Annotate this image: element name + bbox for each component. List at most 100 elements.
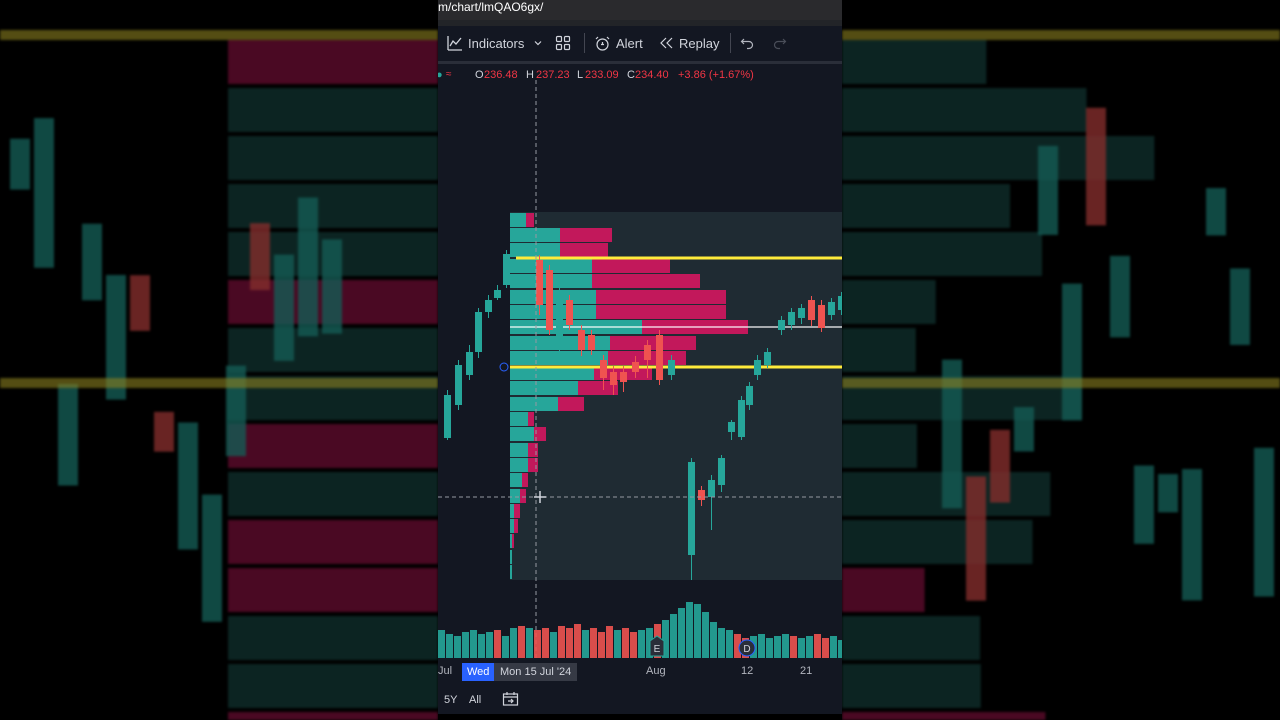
background-candle-5 <box>130 275 150 331</box>
background-candle-8 <box>202 494 222 622</box>
earnings-event-badge: E <box>649 635 665 657</box>
background-candle-12 <box>298 197 318 337</box>
background-candle-3 <box>82 223 102 301</box>
volume-bar-11 <box>526 628 533 658</box>
candle-body-9 <box>556 290 563 345</box>
range-all-button[interactable]: All <box>469 694 481 706</box>
volume-profile-up-bar-16 <box>510 458 528 472</box>
dividend-event-badge: D <box>738 639 756 657</box>
alert-button[interactable]: Alert <box>594 28 643 58</box>
volume-bar-24 <box>630 632 637 658</box>
indicators-label: Indicators <box>468 35 525 51</box>
candle-body-23 <box>718 458 725 485</box>
volume-profile-down-bar-13 <box>528 412 534 426</box>
background-candle-5 <box>1062 283 1082 421</box>
anchor-handle-icon <box>499 362 509 372</box>
volume-profile-down-bar-4 <box>592 274 700 288</box>
candle-body-18 <box>656 335 663 380</box>
dividend-badge-text: D <box>743 644 750 655</box>
background-slab-5 <box>842 280 936 324</box>
ohlc-close-label: C <box>627 69 635 81</box>
ohlc-low-label: L <box>577 69 584 81</box>
volume-bar-6 <box>486 632 493 658</box>
candle-body-16 <box>632 362 639 372</box>
background-slab-6 <box>842 328 916 372</box>
crosshair-date-label: Mon 15 Jul '24 <box>494 663 578 681</box>
alarm-clock-icon <box>595 36 610 51</box>
layout-button[interactable] <box>555 28 571 58</box>
volume-bar-36 <box>726 630 733 658</box>
background-candle-3 <box>1014 407 1034 452</box>
background-candle-11 <box>1206 188 1226 236</box>
background-slab-0 <box>228 40 438 84</box>
volume-bar-23 <box>622 628 629 658</box>
candle-body-21 <box>698 490 705 500</box>
volume-bar-44 <box>790 636 797 658</box>
background-candle-9 <box>1158 474 1178 513</box>
volume-bar-48 <box>822 638 829 658</box>
layout-grid-icon <box>555 35 571 51</box>
range-5y-button[interactable]: 5Y <box>444 694 457 706</box>
screen-bottom-edge <box>438 714 842 720</box>
volume-bar-34 <box>710 622 717 658</box>
background-slab-8 <box>842 424 917 468</box>
volume-profile-down-bar-21 <box>512 534 514 548</box>
ohlc-open-value: 236.48 <box>484 69 518 81</box>
volume-profile-up-bar-11 <box>510 381 578 395</box>
volume-profile-down-bar-18 <box>520 489 526 503</box>
candle-body-5 <box>494 290 501 298</box>
volume-bar-49 <box>830 636 837 658</box>
volume-profile-up-bar-15 <box>510 443 528 457</box>
candle-body-31 <box>798 308 805 318</box>
redo-button[interactable] <box>773 28 787 58</box>
candle-body-10 <box>566 300 573 325</box>
replay-label: Replay <box>679 35 720 51</box>
volume-bar-47 <box>814 634 821 658</box>
background-slab-6 <box>228 328 438 372</box>
url-bar-divider <box>438 20 842 26</box>
undo-button[interactable] <box>740 28 754 58</box>
background-slab-0 <box>842 40 987 84</box>
background-candle-4 <box>1038 145 1058 235</box>
browser-url-bar[interactable]: m/chart/lmQAO6gx/ <box>438 0 842 20</box>
background-candle-13 <box>322 239 342 334</box>
volume-bar-2 <box>454 636 461 658</box>
volume-bar-0 <box>438 630 445 658</box>
candle-body-29 <box>778 320 785 330</box>
replay-button[interactable]: Replay <box>659 28 719 58</box>
background-slab-13 <box>842 664 981 708</box>
indicators-button[interactable]: Indicators <box>447 28 524 58</box>
volume-bar-16 <box>566 628 573 658</box>
volume-bar-33 <box>702 612 709 658</box>
volume-bar-45 <box>798 638 805 658</box>
background-yellow-line-bottom <box>0 378 438 388</box>
background-slab-8 <box>228 424 438 468</box>
url-text[interactable]: m/chart/lmQAO6gx/ <box>438 0 543 15</box>
background-slab-1 <box>842 88 1087 132</box>
price-chart[interactable]: ED <box>438 0 842 720</box>
background-yellow-line-bottom <box>842 378 1280 388</box>
volume-bar-9 <box>510 628 517 658</box>
background-candle-8 <box>1134 465 1154 544</box>
ohlc-high-label: H <box>526 69 534 81</box>
background-slab-3 <box>842 184 1011 228</box>
indicator-templates-dropdown[interactable] <box>533 28 543 58</box>
axis-label-21: 21 <box>800 665 813 677</box>
candle-body-32 <box>808 300 815 320</box>
go-to-date-button[interactable] <box>502 691 520 710</box>
candle-body-14 <box>610 372 617 385</box>
volume-bar-7 <box>494 630 501 658</box>
candle-body-6 <box>503 254 510 285</box>
background-slab-9 <box>228 472 438 516</box>
volume-bar-29 <box>670 614 677 658</box>
ohlc-close-value: 234.40 <box>635 69 669 81</box>
volume-bar-25 <box>638 630 645 658</box>
date-range-bar: 5Y All <box>438 688 842 714</box>
background-slab-13 <box>228 664 438 708</box>
volume-bar-22 <box>614 630 621 658</box>
candle-body-33 <box>818 305 825 328</box>
time-axis[interactable]: Jul Wed Mon 15 Jul '24 Aug 12 21 <box>438 660 842 682</box>
background-slab-10 <box>228 520 438 564</box>
background-slab-14 <box>842 712 1046 720</box>
volume-bar-1 <box>446 634 453 658</box>
